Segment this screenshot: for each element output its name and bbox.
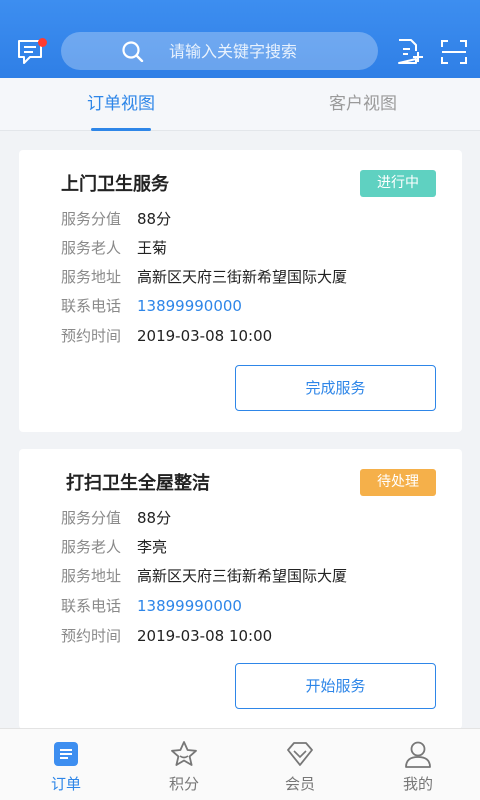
field-label: 服务分值 — [61, 509, 122, 527]
field-value: 88分 — [137, 210, 172, 228]
order-card[interactable]: 打扫卫生全屋整洁 待处理 服务分值 88分 服务老人 李亮 服务地址 高新区天府三街新… — [19, 449, 462, 729]
field-label: 服务地址 — [61, 268, 122, 286]
view-tabs: 订单视图 客户视图 — [0, 78, 480, 131]
field-label: 服务分值 — [61, 210, 122, 228]
search-icon — [121, 40, 147, 63]
phone-link[interactable]: 13899990000 — [137, 597, 242, 615]
nav-label: 积分 — [168, 775, 199, 793]
appointment-row: 预约时间 2019-03-08 10:00 — [61, 325, 272, 347]
elder-row: 服务老人 李亮 — [61, 536, 167, 558]
order-title: 打扫卫生全屋整洁 — [66, 473, 210, 494]
tab-customer-view[interactable]: 客户视图 — [283, 78, 443, 131]
field-value: 李亮 — [137, 538, 168, 556]
search-bar[interactable] — [61, 32, 378, 70]
scan-icon[interactable] — [439, 37, 469, 67]
nav-label: 我的 — [402, 775, 433, 793]
tab-order-view[interactable]: 订单视图 — [41, 78, 201, 131]
field-label: 联系电话 — [61, 597, 122, 615]
order-card[interactable]: 上门卫生服务 进行中 服务分值 88分 服务老人 王菊 服务地址 高新区天府三街新希望… — [19, 150, 462, 432]
field-value: 2019-03-08 10:00 — [137, 327, 273, 345]
complete-service-button[interactable]: 完成服务 — [235, 365, 436, 411]
field-label: 预约时间 — [61, 627, 122, 645]
field-value: 高新区天府三街新希望国际大厦 — [137, 567, 348, 585]
address-row: 服务地址 高新区天府三街新希望国际大厦 — [61, 266, 347, 288]
field-label: 服务老人 — [61, 239, 122, 257]
nav-label: 订单 — [50, 775, 81, 793]
score-row: 服务分值 88分 — [61, 208, 171, 230]
search-input[interactable] — [169, 32, 369, 70]
field-label: 联系电话 — [61, 297, 122, 315]
unread-dot — [38, 38, 47, 47]
elder-row: 服务老人 王菊 — [61, 237, 167, 259]
address-row: 服务地址 高新区天府三街新希望国际大厦 — [61, 565, 347, 587]
diamond-icon — [286, 740, 314, 768]
add-document-icon[interactable] — [395, 37, 425, 67]
star-icon — [170, 740, 198, 768]
nav-item-orders[interactable]: 订单 — [6, 729, 126, 800]
user-icon — [404, 740, 432, 768]
appointment-row: 预约时间 2019-03-08 10:00 — [61, 625, 272, 647]
bottom-nav: 订单 积分 会员 我的 — [0, 728, 480, 800]
field-value: 2019-03-08 10:00 — [137, 627, 273, 645]
status-badge: 进行中 — [360, 170, 436, 197]
orders-icon — [52, 740, 80, 768]
phone-link[interactable]: 13899990000 — [137, 297, 242, 315]
score-row: 服务分值 88分 — [61, 507, 171, 529]
nav-label: 会员 — [284, 775, 315, 793]
field-label: 服务老人 — [61, 538, 122, 556]
nav-item-mine[interactable]: 我的 — [358, 729, 478, 800]
nav-item-points[interactable]: 积分 — [124, 729, 244, 800]
phone-row: 联系电话 13899990000 — [61, 295, 242, 317]
start-service-button[interactable]: 开始服务 — [235, 663, 436, 709]
field-value: 88分 — [137, 509, 172, 527]
field-label: 服务地址 — [61, 567, 122, 585]
order-title: 上门卫生服务 — [61, 174, 169, 195]
field-value: 王菊 — [137, 239, 168, 257]
app-header — [0, 0, 480, 78]
active-tab-indicator — [91, 128, 151, 131]
nav-item-members[interactable]: 会员 — [240, 729, 360, 800]
field-value: 高新区天府三街新希望国际大厦 — [137, 268, 348, 286]
phone-row: 联系电话 13899990000 — [61, 595, 242, 617]
field-label: 预约时间 — [61, 327, 122, 345]
status-badge: 待处理 — [360, 469, 436, 496]
